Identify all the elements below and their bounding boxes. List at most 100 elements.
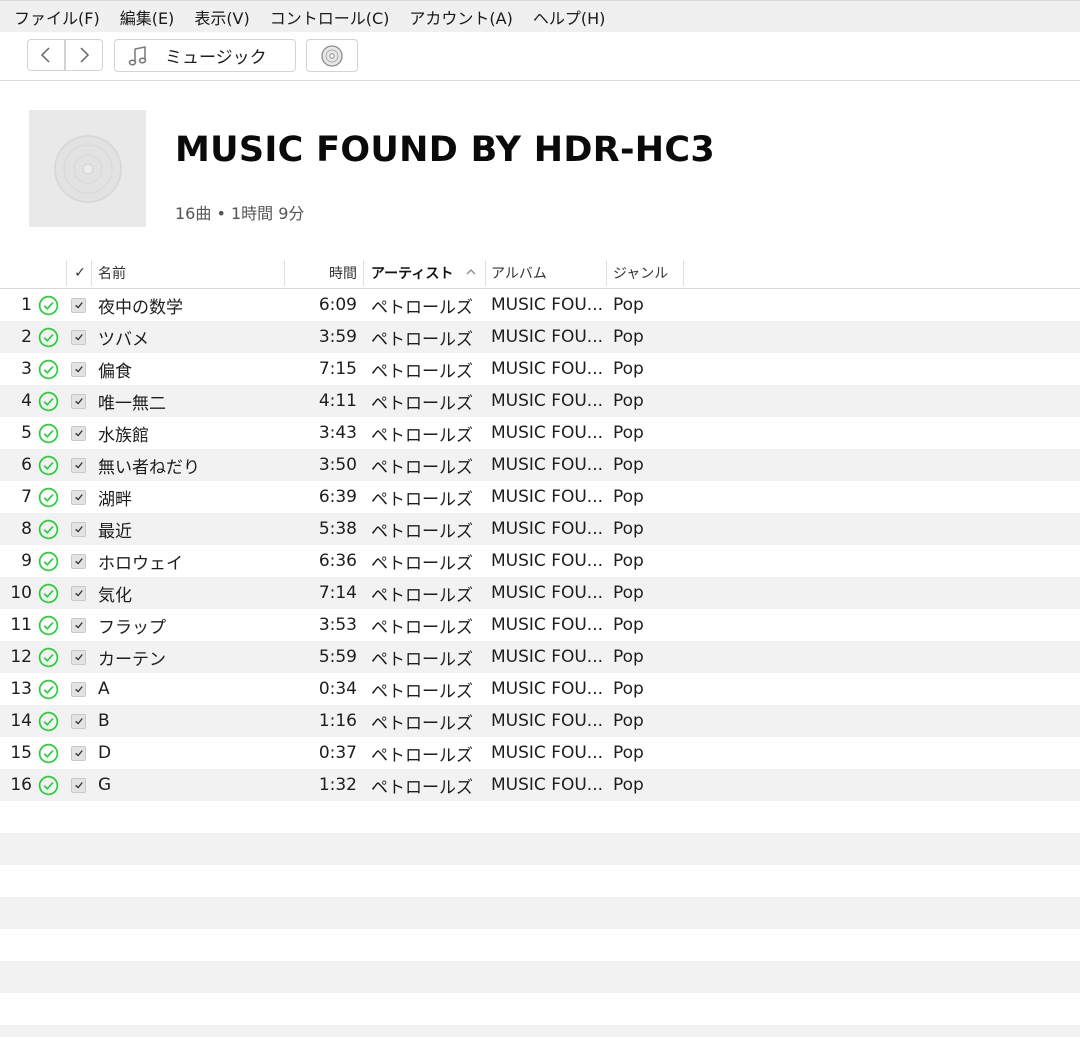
track-list: 1 夜中の数学 6:09 ペトロールズ MUSIC FOU... Pop 2 ツバメ 3:59 ペ… [0,289,1080,801]
track-enabled-checkbox[interactable] [71,385,87,417]
track-album: MUSIC FOU... [491,519,604,539]
track-genre: Pop [613,615,644,635]
track-row[interactable]: 10 気化 7:14 ペトロールズ MUSIC FOU... Pop [0,577,1080,609]
download-complete-icon [38,353,60,385]
column-header-time[interactable]: 時間 [290,257,357,288]
track-enabled-checkbox[interactable] [71,577,87,609]
track-enabled-checkbox[interactable] [71,641,87,673]
chevron-left-icon [40,47,50,63]
track-time: 4:11 [318,391,357,411]
track-artist: ペトロールズ [371,457,473,478]
track-row[interactable]: 6 無い者ねだり 3:50 ペトロールズ MUSIC FOU... Pop [0,449,1080,481]
track-row[interactable]: 5 水族館 3:43 ペトロールズ MUSIC FOU... Pop [0,417,1080,449]
menu-view[interactable]: 表示(V) [194,5,249,29]
track-row[interactable]: 3 偏食 7:15 ペトロールズ MUSIC FOU... Pop [0,353,1080,385]
track-enabled-checkbox[interactable] [71,673,87,705]
track-album: MUSIC FOU... [491,647,604,667]
track-row[interactable]: 13 A 0:34 ペトロールズ MUSIC FOU... Pop [0,673,1080,705]
track-enabled-checkbox[interactable] [71,481,87,513]
track-artist: ペトロールズ [371,553,473,574]
column-header-name[interactable]: 名前 [98,257,278,288]
track-enabled-checkbox[interactable] [71,513,87,545]
track-enabled-checkbox[interactable] [71,449,87,481]
track-genre: Pop [613,455,644,475]
track-enabled-checkbox[interactable] [71,737,87,769]
track-genre: Pop [613,487,644,507]
track-enabled-checkbox[interactable] [71,705,87,737]
track-enabled-checkbox[interactable] [71,545,87,577]
track-row[interactable]: 9 ホロウェイ 6:36 ペトロールズ MUSIC FOU... Pop [0,545,1080,577]
empty-row [0,897,1080,929]
track-number: 13 [10,679,32,699]
checkmark-icon [71,745,86,761]
track-row[interactable]: 12 カーテン 5:59 ペトロールズ MUSIC FOU... Pop [0,641,1080,673]
track-number: 11 [10,615,32,635]
column-divider[interactable] [284,260,285,286]
track-enabled-checkbox[interactable] [71,289,87,321]
track-enabled-checkbox[interactable] [71,417,87,449]
music-note-icon [127,45,149,67]
column-divider[interactable] [485,260,486,286]
download-complete-icon [38,609,60,641]
column-divider[interactable] [66,260,67,286]
column-divider[interactable] [606,260,607,286]
column-divider[interactable] [91,260,92,286]
track-row[interactable]: 8 最近 5:38 ペトロールズ MUSIC FOU... Pop [0,513,1080,545]
track-genre: Pop [613,519,644,539]
track-row[interactable]: 11 フラップ 3:53 ペトロールズ MUSIC FOU... Pop [0,609,1080,641]
track-genre: Pop [613,295,644,315]
menu-controls[interactable]: コントロール(C) [270,5,390,29]
column-header-genre[interactable]: ジャンル [613,257,678,288]
album-title: MUSIC FOUND BY HDR-HC3 [175,130,716,170]
track-time: 3:53 [318,615,357,635]
column-header-check[interactable]: ✓ [73,257,87,288]
track-album: MUSIC FOU... [491,743,604,763]
track-enabled-checkbox[interactable] [71,609,87,641]
track-enabled-checkbox[interactable] [71,353,87,385]
checkmark-icon [71,617,86,633]
track-row[interactable]: 2 ツバメ 3:59 ペトロールズ MUSIC FOU... Pop [0,321,1080,353]
menu-account[interactable]: アカウント(A) [409,5,512,29]
track-number: 1 [21,295,32,315]
menu-edit[interactable]: 編集(E) [120,5,175,29]
forward-button[interactable] [65,39,103,71]
track-time: 6:09 [318,295,357,315]
track-row[interactable]: 1 夜中の数学 6:09 ペトロールズ MUSIC FOU... Pop [0,289,1080,321]
menu-file[interactable]: ファイル(F) [14,5,100,29]
download-complete-icon [38,321,60,353]
track-enabled-checkbox[interactable] [71,321,87,353]
track-row[interactable]: 14 B 1:16 ペトロールズ MUSIC FOU... Pop [0,705,1080,737]
column-header-artist[interactable]: アーティスト [371,257,461,288]
track-artist: ペトロールズ [371,713,473,734]
cd-button[interactable] [306,39,358,72]
track-genre: Pop [613,647,644,667]
track-name: 無い者ねだり [98,457,200,478]
track-number: 16 [10,775,32,795]
track-album: MUSIC FOU... [491,359,604,379]
track-time: 7:14 [318,583,357,603]
media-source-label: ミュージック [165,48,267,68]
column-divider[interactable] [363,260,364,286]
album-artwork-placeholder[interactable] [29,110,146,227]
track-number: 3 [21,359,32,379]
cd-icon [321,44,343,67]
track-artist: ペトロールズ [371,617,473,638]
track-enabled-checkbox[interactable] [71,769,87,801]
track-row[interactable]: 7 湖畔 6:39 ペトロールズ MUSIC FOU... Pop [0,481,1080,513]
track-name: D [98,743,112,763]
track-row[interactable]: 15 D 0:37 ペトロールズ MUSIC FOU... Pop [0,737,1080,769]
track-genre: Pop [613,743,644,763]
back-button[interactable] [27,39,65,71]
track-number: 2 [21,327,32,347]
track-album: MUSIC FOU... [491,711,604,731]
column-divider[interactable] [683,260,684,286]
checkmark-icon [71,777,86,793]
track-row[interactable]: 16 G 1:32 ペトロールズ MUSIC FOU... Pop [0,769,1080,801]
menu-bar: ファイル(F) 編集(E) 表示(V) コントロール(C) アカウント(A) ヘ… [0,0,1080,32]
track-time: 3:43 [318,423,357,443]
media-source-select[interactable]: ミュージック [114,39,296,72]
menu-help[interactable]: ヘルプ(H) [533,5,606,29]
track-row[interactable]: 4 唯一無二 4:11 ペトロールズ MUSIC FOU... Pop [0,385,1080,417]
column-header-album[interactable]: アルバム [491,257,601,288]
track-album: MUSIC FOU... [491,551,604,571]
